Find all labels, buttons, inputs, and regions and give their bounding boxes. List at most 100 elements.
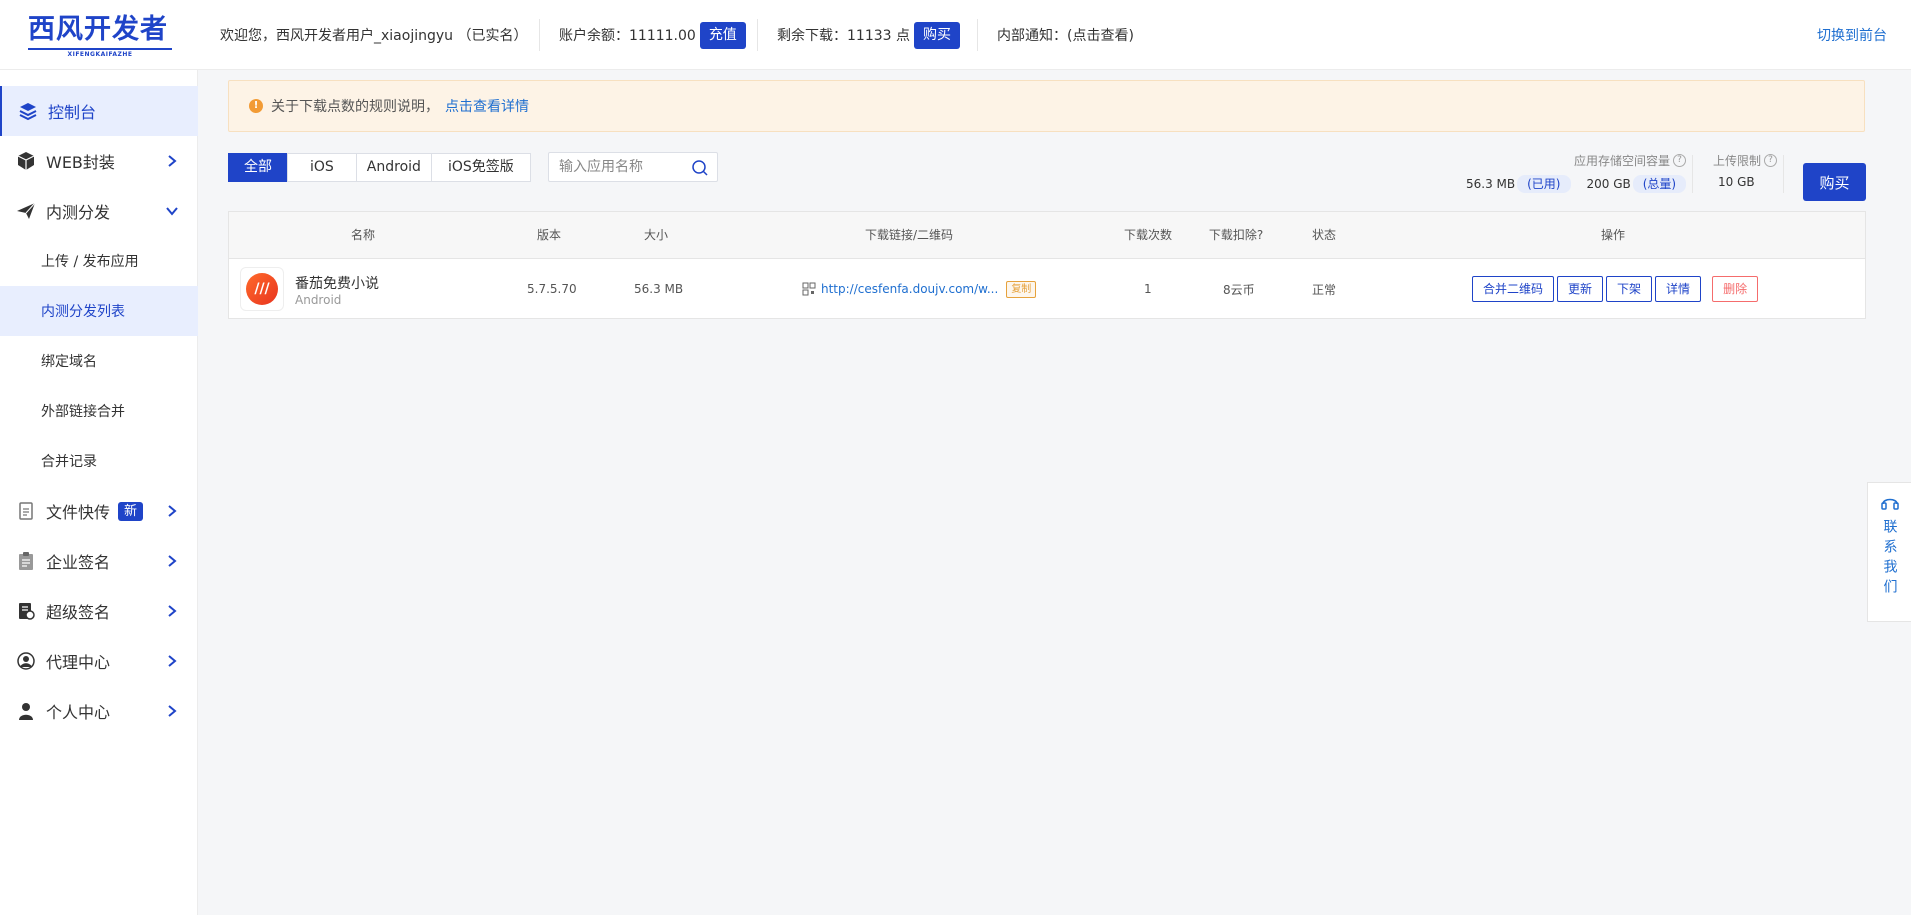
storage-total-tag: (总量) [1632, 175, 1687, 193]
app-status: 正常 [1312, 282, 1337, 297]
sidebar-item-super-sign[interactable]: 超级签名 [0, 586, 198, 636]
column-header-actions: 操作 [1600, 228, 1626, 242]
column-header-link: 下载链接/二维码 [864, 228, 954, 242]
table-header: 名称 版本 大小 下载链接/二维码 下载次数 下载扣除? 状态 操作 [229, 212, 1865, 259]
sidebar-item-label: 控制台 [48, 103, 97, 122]
download-rules-notice: ! 关于下载点数的规则说明， 点击查看详情 [228, 80, 1865, 132]
chevron-right-icon [168, 555, 177, 567]
sidebar-item-beta-distribution[interactable]: 内测分发 [0, 186, 198, 236]
logo-subtext: XIFENGKAIFAZHE [28, 48, 172, 58]
column-header-status: 状态 [1311, 228, 1337, 242]
app-icon[interactable]: /// [240, 267, 284, 311]
download-link-cell: http://cesfenfa.doujv.com/w... 复制 [802, 259, 1037, 319]
sidebar-subitem-merge-links[interactable]: 外部链接合并 [0, 386, 198, 436]
user-icon [15, 700, 37, 722]
contact-us-widget[interactable]: 联系我们 [1867, 482, 1911, 622]
chevron-right-icon [168, 705, 177, 717]
app-version: 5.7.5.70 [527, 282, 577, 296]
upload-limit-text: 上传限制 [1713, 154, 1762, 168]
chevron-right-icon [168, 155, 177, 167]
details-button[interactable]: 详情 [1655, 276, 1702, 302]
welcome-text: 欢迎您，西风开发者用户_xiaojingyu （已实名） [220, 28, 528, 44]
notice-text: 关于下载点数的规则说明， [271, 99, 439, 115]
sidebar-item-personal-center[interactable]: 个人中心 [0, 686, 198, 736]
notice-details-link[interactable]: 点击查看详情 [445, 96, 529, 116]
help-icon[interactable]: ? [1764, 154, 1778, 167]
chevron-right-icon [168, 655, 177, 667]
app-name[interactable]: 番茄免费小说 [295, 273, 379, 293]
download-link[interactable]: http://cesfenfa.doujv.com/w... [821, 282, 998, 296]
update-button[interactable]: 更新 [1557, 276, 1604, 302]
headset-icon [1880, 498, 1899, 510]
copy-button[interactable]: 复制 [1006, 280, 1037, 298]
paper-plane-icon [15, 200, 37, 222]
merge-qr-button[interactable]: 合并二维码 [1472, 276, 1555, 302]
buy-storage-button[interactable]: 购买 [1803, 163, 1866, 201]
app-platform: Android [295, 293, 342, 307]
app-search-input[interactable] [559, 159, 689, 175]
storage-capacity-label: 应用存储空间容量 ? [1574, 152, 1687, 169]
app-search-box [548, 152, 718, 182]
internal-notice-link[interactable]: 内部通知：(点击查看) [997, 0, 1134, 70]
sidebar: 控制台 WEB封装 内测分发 上传 / 发布应用 内测分发列表 绑定域名 外部链… [0, 70, 198, 915]
sidebar-subitem-bind-domain[interactable]: 绑定域名 [0, 336, 198, 386]
storage-divider [1692, 155, 1693, 193]
storage-capacity-text: 应用存储空间容量 [1574, 154, 1671, 168]
downloads-section: 剩余下载：11133 点 购买 [777, 0, 960, 70]
agent-icon [15, 650, 37, 672]
sidebar-subitem-merge-records[interactable]: 合并记录 [0, 436, 198, 486]
tab-android[interactable]: Android [355, 153, 432, 182]
storage-divider [1783, 155, 1784, 193]
header-divider [757, 19, 758, 51]
sidebar-item-label: 代理中心 [46, 653, 111, 672]
switch-frontend-link[interactable]: 切换到前台 [1817, 0, 1887, 70]
column-header-version: 版本 [536, 228, 562, 242]
sidebar-item-agent-center[interactable]: 代理中心 [0, 636, 198, 686]
recharge-button[interactable]: 充值 [699, 21, 746, 49]
sidebar-item-label: 企业签名 [46, 553, 111, 572]
chevron-right-icon [168, 505, 177, 517]
sidebar-item-web-wrap[interactable]: WEB封装 [0, 136, 198, 186]
balance-section: 账户余额：11111.00 充值 [559, 0, 746, 70]
buy-downloads-button[interactable]: 购买 [914, 21, 960, 49]
qr-code-icon[interactable] [802, 282, 816, 296]
delete-button[interactable]: 删除 [1712, 276, 1759, 302]
sidebar-item-label: 个人中心 [46, 703, 111, 722]
chevron-down-icon [166, 207, 178, 216]
tab-all[interactable]: 全部 [228, 153, 288, 182]
column-header-size: 大小 [643, 228, 669, 242]
sidebar-subitem-upload[interactable]: 上传 / 发布应用 [0, 236, 198, 286]
help-icon[interactable]: ? [1673, 154, 1687, 167]
search-icon[interactable] [691, 159, 709, 177]
download-deduction: 8云币 [1223, 282, 1255, 297]
tab-ios-free-sign[interactable]: iOS免签版 [430, 153, 531, 182]
storage-values: 56.3 MB (已用) 200 GB (总量) [1466, 175, 1687, 193]
platform-filter-tabs: 全部 iOS Android iOS免签版 [228, 153, 531, 182]
sidebar-subitem-beta-list[interactable]: 内测分发列表 [0, 286, 198, 336]
sidebar-item-label: 超级签名 [46, 603, 111, 622]
sidebar-item-file-transfer[interactable]: 文件快传 新 [0, 486, 198, 536]
app-table: 名称 版本 大小 下载链接/二维码 下载次数 下载扣除? 状态 操作 /// 番… [228, 211, 1866, 319]
app-size: 56.3 MB [634, 282, 684, 296]
storage-used-value: 56.3 MB [1466, 177, 1516, 191]
logo[interactable]: 西风开发者 XIFENGKAIFAZHE [28, 14, 172, 60]
row-actions: 合并二维码 更新 下架 详情 删除 [1472, 259, 1759, 319]
box-icon [15, 150, 37, 172]
remaining-downloads-text: 剩余下载：11133 点 [777, 28, 910, 44]
storage-used-tag: (已用) [1517, 175, 1571, 193]
layers-icon [17, 100, 39, 122]
unpublish-button[interactable]: 下架 [1606, 276, 1653, 302]
tomato-app-logo: /// [246, 273, 278, 305]
new-badge: 新 [118, 501, 144, 521]
tab-ios[interactable]: iOS [287, 153, 357, 182]
clipboard-icon [15, 550, 37, 572]
column-header-downloads: 下载次数 [1123, 228, 1173, 242]
sidebar-item-dashboard[interactable]: 控制台 [0, 86, 198, 136]
file-transfer-icon [15, 500, 37, 522]
top-header: 西风开发者 XIFENGKAIFAZHE 欢迎您，西风开发者用户_xiaojin… [0, 0, 1911, 70]
document-seal-icon [15, 600, 37, 622]
sidebar-item-enterprise-sign[interactable]: 企业签名 [0, 536, 198, 586]
sidebar-item-label: 内测分发 [46, 203, 111, 222]
chevron-right-icon [168, 605, 177, 617]
app-name-cell: /// 番茄免费小说 Android [229, 259, 449, 319]
